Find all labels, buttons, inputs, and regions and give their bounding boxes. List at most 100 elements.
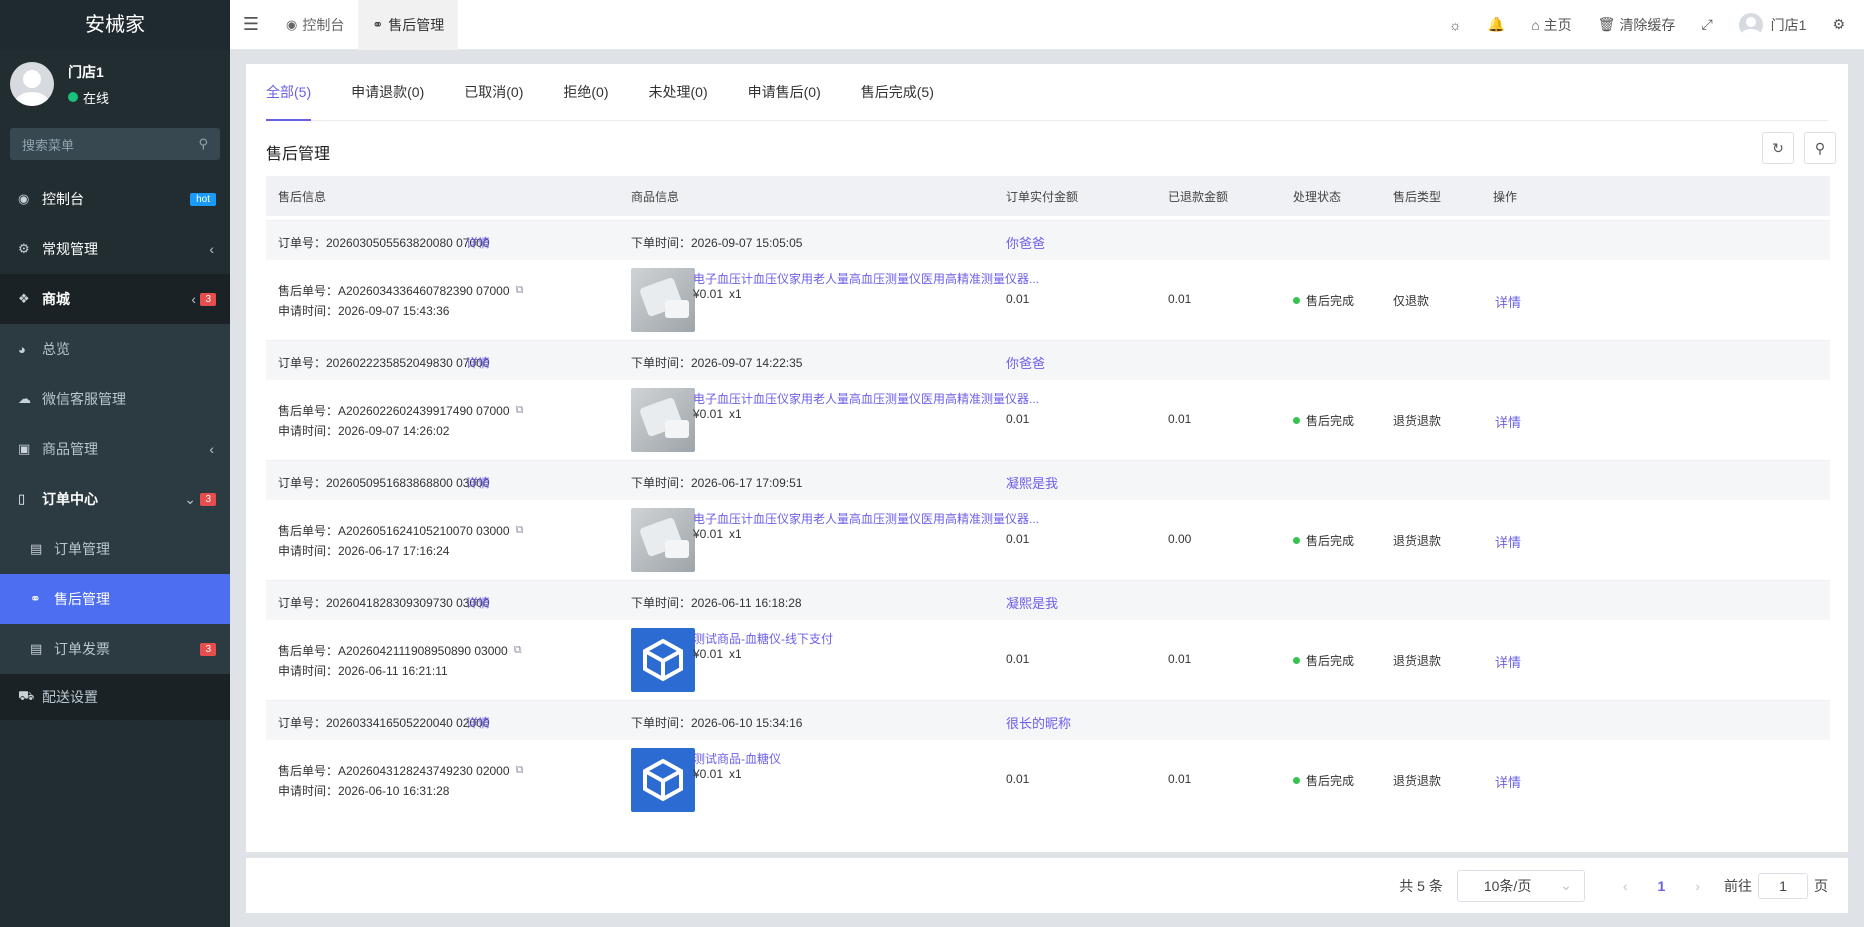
product-title[interactable]: 电子血压计血压仪家用老人量高血压测量仪医用高精准测量仪器... bbox=[693, 270, 1043, 287]
status-dot-icon bbox=[1293, 417, 1300, 424]
sidebar: 安械家 门店1 在线 搜索菜单 ⚲ ◉ 控制台 hot ⚙ 常规管理 ‹ ❖ 商城 ‹ 3 ◕… bbox=[0, 0, 230, 927]
sidebar-item-order-center[interactable]: ▯ 订单中心 ⌄ 3 bbox=[0, 474, 230, 524]
page-size-select[interactable]: 10条/页 ⌄ bbox=[1456, 869, 1585, 902]
page-number[interactable]: 1 bbox=[1658, 878, 1666, 894]
tab-apply-aftersale[interactable]: 申请售后(0) bbox=[748, 64, 821, 121]
sidebar-item-general[interactable]: ⚙ 常规管理 ‹ bbox=[0, 224, 230, 274]
tab-cancelled[interactable]: 已取消(0) bbox=[464, 64, 523, 121]
search-toggle-button[interactable]: ⚲ bbox=[1804, 132, 1836, 164]
copy-icon[interactable]: ⧉ bbox=[516, 284, 524, 297]
product-thumbnail[interactable] bbox=[631, 748, 695, 812]
tab-unprocessed[interactable]: 未处理(0) bbox=[649, 64, 708, 121]
product-price: ¥0.01 bbox=[693, 527, 724, 541]
product-qty: x1 bbox=[729, 767, 742, 781]
tab-aftersale[interactable]: ⚭ 售后管理 bbox=[358, 0, 459, 50]
product-price: ¥0.01 bbox=[693, 287, 724, 301]
customer-nickname[interactable]: 你爸爸 bbox=[1006, 233, 1045, 252]
sidebar-item-products[interactable]: ▣ 商品管理 ‹ bbox=[0, 424, 230, 474]
copy-icon[interactable]: ⧉ bbox=[516, 524, 524, 537]
sidebar-item-delivery[interactable]: ⛟ 配送设置 bbox=[0, 674, 230, 720]
status-tabs: 全部(5) 申请退款(0) 已取消(0) 拒绝(0) 未处理(0) 申请售后(0… bbox=[266, 64, 1828, 121]
chat-icon: ☁ bbox=[18, 391, 31, 406]
goto-page-input[interactable]: 1 bbox=[1758, 872, 1808, 899]
detail-button[interactable]: 详情 bbox=[1495, 532, 1521, 551]
aftersale-number: 售后单号：A2026043128243749230 02000 bbox=[278, 764, 510, 778]
tab-completed[interactable]: 售后完成(5) bbox=[861, 64, 934, 121]
page-title: 售后管理 bbox=[266, 146, 331, 163]
copy-icon[interactable]: ⧉ bbox=[516, 764, 524, 777]
customer-nickname[interactable]: 凝熙是我 bbox=[1006, 473, 1058, 492]
topbar: ☰ ◉ 控制台 ⚭ 售后管理 ☼ 🔔 ⌂ 主页 🗑 清除缓存 ⤢ 门店1 ⚙ bbox=[230, 0, 1864, 50]
apply-time: 申请时间：2026-06-17 17:16:24 bbox=[278, 544, 450, 558]
order-time: 下单时间：2026-09-07 14:22:35 bbox=[631, 356, 803, 370]
sidebar-item-wechat-service[interactable]: ☁ 微信客服管理 bbox=[0, 374, 230, 424]
product-thumbnail[interactable] bbox=[631, 628, 695, 692]
product-title[interactable]: 电子血压计血压仪家用老人量高血压测量仪医用高精准测量仪器... bbox=[693, 390, 1043, 407]
product-qty: x1 bbox=[729, 527, 742, 541]
product-thumbnail[interactable] bbox=[631, 508, 695, 572]
order-detail-link[interactable]: 详情 bbox=[466, 714, 490, 731]
settings-icon[interactable]: ⚙ bbox=[1819, 16, 1858, 33]
order-detail-link[interactable]: 详情 bbox=[466, 354, 490, 371]
product-title[interactable]: 测试商品-血糖仪 bbox=[693, 750, 1043, 767]
search-icon[interactable]: ⚲ bbox=[198, 136, 208, 152]
dropbox-icon: ❖ bbox=[18, 291, 30, 306]
order-number: 订单号：2026022235852049830 07000 bbox=[278, 356, 490, 370]
goto-label: 前往 bbox=[1724, 877, 1752, 894]
chevron-down-icon: ⌄ bbox=[1560, 877, 1572, 893]
sidebar-item-aftersale[interactable]: ⚭ 售后管理 bbox=[0, 574, 230, 624]
sidebar-item-dashboard[interactable]: ◉ 控制台 hot bbox=[0, 174, 230, 224]
paid-amount: 0.01 bbox=[1006, 292, 1030, 306]
tab-apply-refund[interactable]: 申请退款(0) bbox=[351, 64, 424, 121]
fullscreen-icon[interactable]: ⤢ bbox=[1688, 16, 1725, 33]
detail-button[interactable]: 详情 bbox=[1495, 412, 1521, 431]
column-header: 售后信息 bbox=[278, 189, 327, 204]
status-label: 售后完成 bbox=[1306, 654, 1355, 668]
pie-chart-icon: ◕ bbox=[18, 341, 26, 357]
sidebar-item-label: 微信客服管理 bbox=[42, 391, 126, 407]
order-detail-link[interactable]: 详情 bbox=[466, 234, 490, 251]
status-dot-icon bbox=[1293, 297, 1300, 304]
menu-toggle-icon[interactable]: ☰ bbox=[230, 14, 272, 35]
bell-icon[interactable]: 🔔 bbox=[1475, 16, 1518, 33]
main-panel: 全部(5) 申请退款(0) 已取消(0) 拒绝(0) 未处理(0) 申请售后(0… bbox=[246, 64, 1848, 852]
customer-nickname[interactable]: 很长的昵称 bbox=[1006, 713, 1071, 732]
sidebar-item-label: 常规管理 bbox=[42, 241, 98, 257]
product-title[interactable]: 电子血压计血压仪家用老人量高血压测量仪医用高精准测量仪器... bbox=[693, 510, 1043, 527]
copy-icon[interactable]: ⧉ bbox=[514, 644, 522, 657]
clear-cache-button[interactable]: 🗑 清除缓存 bbox=[1585, 15, 1689, 35]
sidebar-item-mall[interactable]: ❖ 商城 ‹ 3 bbox=[0, 274, 230, 324]
brand-logo[interactable]: 安械家 bbox=[0, 0, 230, 50]
product-thumbnail[interactable] bbox=[631, 268, 695, 332]
product-title[interactable]: 测试商品-血糖仪-线下支付 bbox=[693, 630, 1043, 647]
status-dot-icon bbox=[1293, 777, 1300, 784]
trash-icon: 🗑 bbox=[1597, 16, 1616, 32]
copy-icon[interactable]: ⧉ bbox=[516, 404, 524, 417]
order-detail-link[interactable]: 详情 bbox=[466, 474, 490, 491]
product-price: ¥0.01 bbox=[693, 647, 724, 661]
detail-button[interactable]: 详情 bbox=[1495, 292, 1521, 311]
sidebar-item-overview[interactable]: ◕ 总览 bbox=[0, 324, 230, 374]
customer-nickname[interactable]: 凝熙是我 bbox=[1006, 593, 1058, 612]
home-link[interactable]: ⌂ 主页 bbox=[1518, 15, 1584, 35]
table-row: 售后单号：A2026042111908950890 03000 ⧉ 申请时间：202… bbox=[266, 620, 1830, 700]
customer-nickname[interactable]: 你爸爸 bbox=[1006, 353, 1045, 372]
product-thumbnail[interactable] bbox=[631, 388, 695, 452]
theme-toggle-icon[interactable]: ☼ bbox=[1436, 17, 1475, 33]
sidebar-item-order-manage[interactable]: ▤ 订单管理 bbox=[0, 524, 230, 574]
prev-page-icon[interactable]: ‹ bbox=[1623, 878, 1628, 894]
sidebar-item-invoice[interactable]: ▤ 订单发票 3 bbox=[0, 624, 230, 674]
tab-all[interactable]: 全部(5) bbox=[266, 64, 312, 121]
tab-dashboard[interactable]: ◉ 控制台 bbox=[272, 0, 358, 50]
menu-search-input[interactable]: 搜索菜单 ⚲ bbox=[10, 128, 220, 160]
tab-rejected[interactable]: 拒绝(0) bbox=[563, 64, 608, 121]
detail-button[interactable]: 详情 bbox=[1495, 772, 1521, 791]
detail-button[interactable]: 详情 bbox=[1495, 652, 1521, 671]
order-detail-link[interactable]: 详情 bbox=[466, 594, 490, 611]
paid-amount: 0.01 bbox=[1006, 532, 1030, 546]
refresh-button[interactable]: ↻ bbox=[1762, 132, 1794, 164]
user-menu[interactable]: 门店1 bbox=[1726, 12, 1820, 37]
file-icon: ▯ bbox=[18, 491, 26, 506]
next-page-icon[interactable]: › bbox=[1695, 878, 1700, 894]
online-dot-icon bbox=[68, 92, 78, 102]
